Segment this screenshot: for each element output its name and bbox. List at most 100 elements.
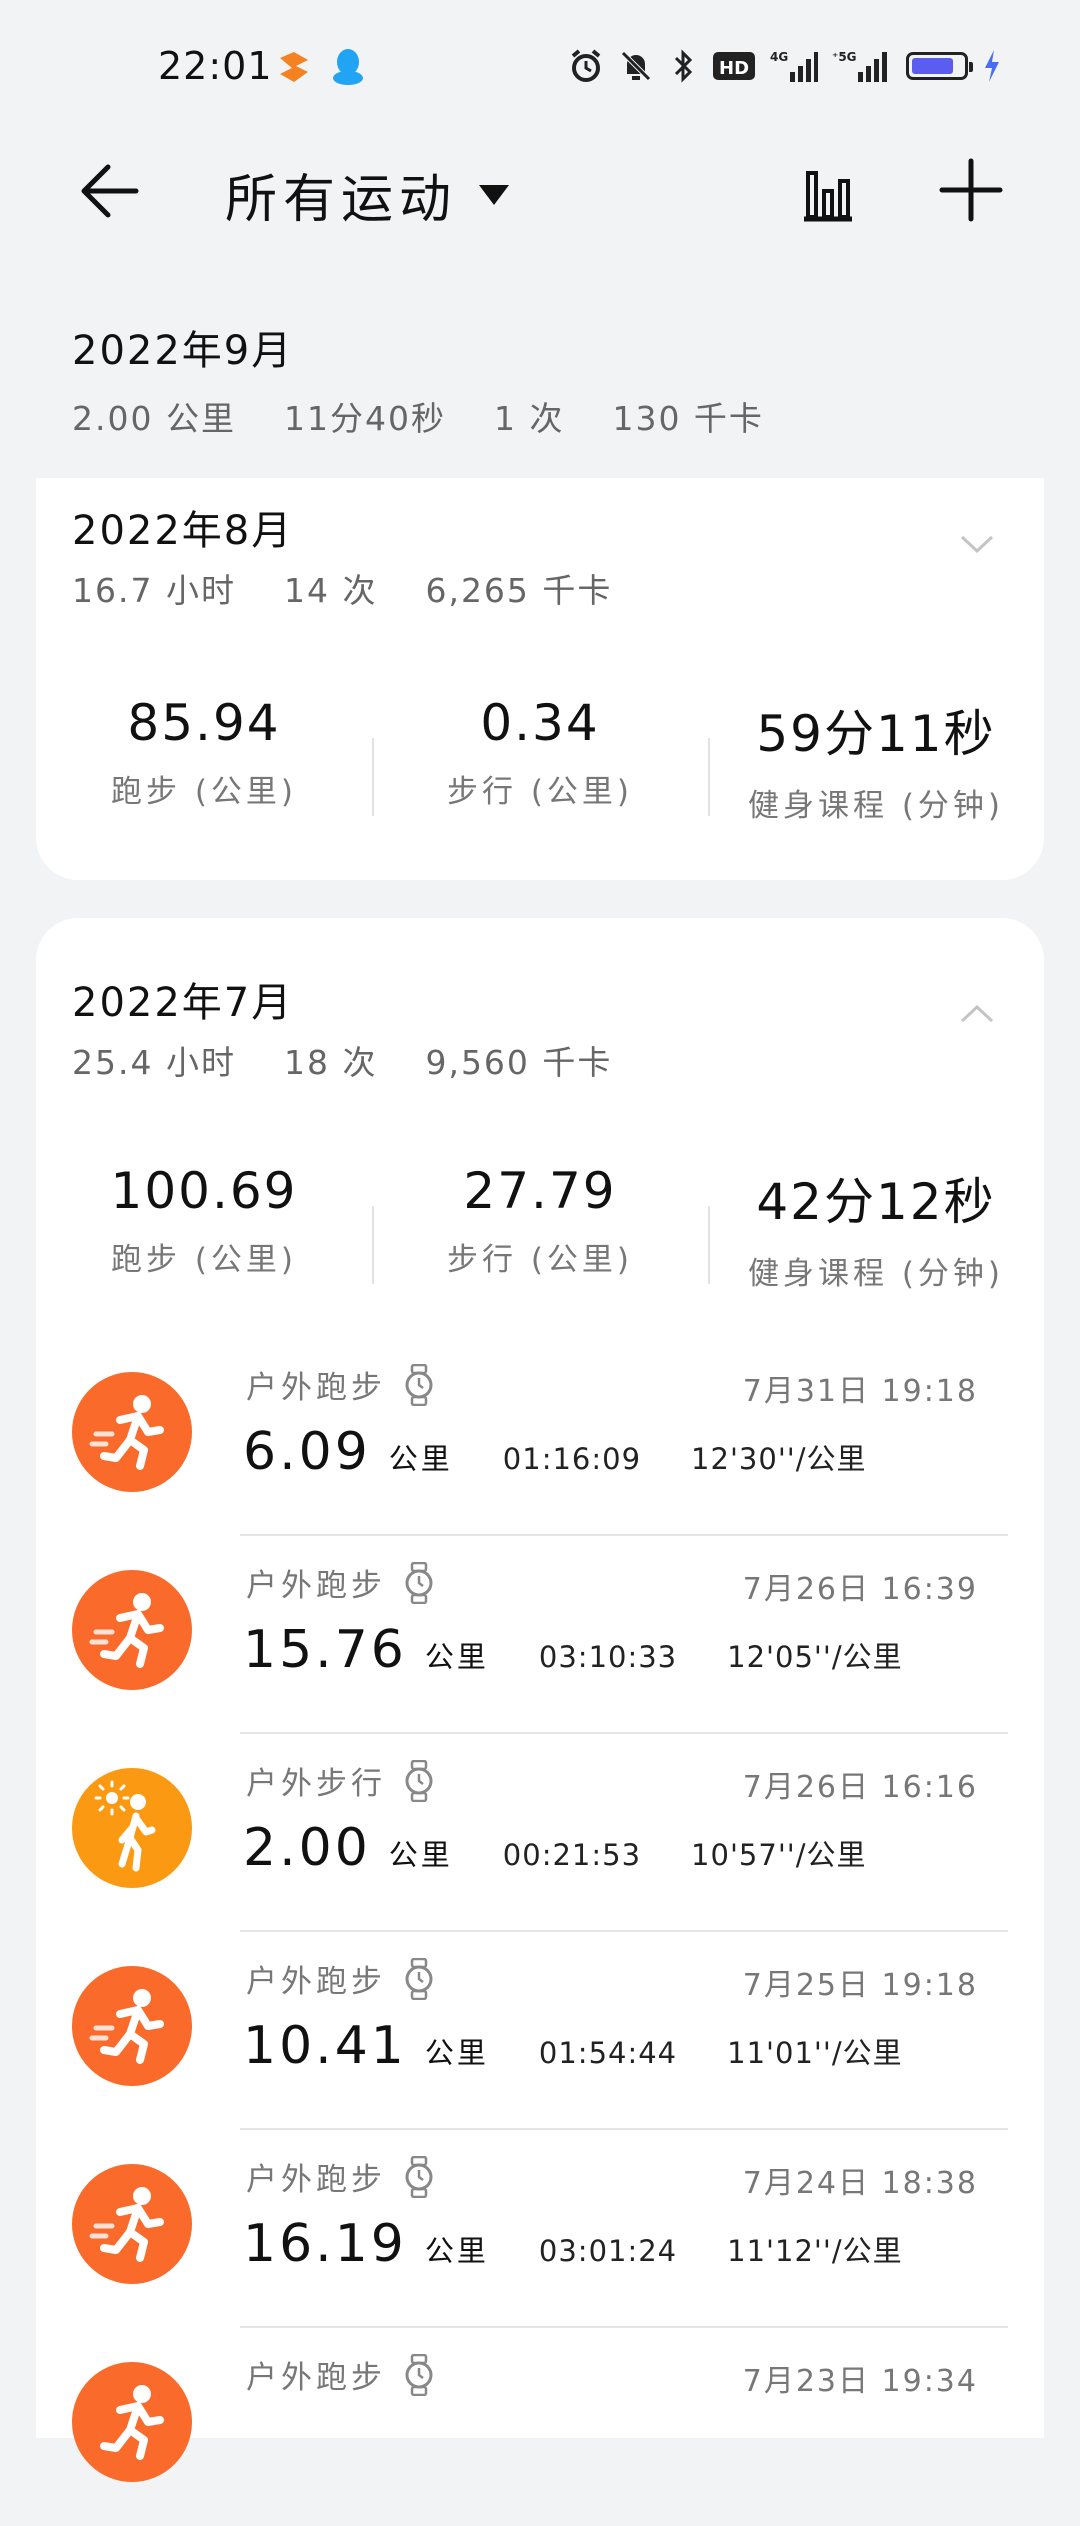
caret-down-icon (479, 184, 510, 205)
activity-type-label: 户外跑步 (246, 1568, 386, 1604)
activity-pace: 11'12''/公里 (727, 2234, 903, 2268)
stat-fitness-course: 59分11秒 健身课程 (分钟) (708, 694, 1044, 834)
stat-label: 健身课程 (分钟) (747, 1256, 1005, 1292)
month-summary-sep[interactable]: 2022年9月 2.00 公里 11分40秒 1 次 130 千卡 (72, 318, 812, 440)
plus-icon[interactable] (938, 157, 1004, 223)
month-stats: 85.94 跑步 (公里) 0.34 步行 (公里) 59分11秒 健身课程 (… (36, 694, 1044, 834)
activity-item[interactable]: 户外跑步 7月24日 18:38 16.19 公里 03:01:24 11'12… (36, 2130, 1044, 2328)
svg-text:4G: 4G (770, 50, 788, 64)
month-calories: 9,560 千卡 (425, 1043, 613, 1082)
activity-pace: 12'30''/公里 (691, 1442, 867, 1476)
stat-running: 100.69 跑步 (公里) (36, 1162, 372, 1302)
month-count: 14 次 (283, 571, 378, 610)
svg-text:HD: HD (719, 58, 749, 79)
activity-item[interactable]: 户外跑步 7月25日 19:18 10.41 公里 01:54:44 11'01… (36, 1932, 1044, 2130)
stat-value: 59分11秒 (756, 705, 996, 763)
bar-chart-icon[interactable] (800, 157, 856, 223)
month-summary-line: 16.7 小时 14 次 6,265 千卡 (72, 564, 660, 612)
activity-type: 户外跑步 (246, 2352, 434, 2397)
header: 所有运动 (0, 135, 1080, 245)
activity-item[interactable]: 户外步行 7月26日 16:16 2.00 公里 00:21:53 10'57'… (36, 1734, 1044, 1932)
chevron-up-icon[interactable] (960, 1004, 994, 1024)
activity-item[interactable]: 户外跑步 7月23日 19:34 (36, 2328, 1044, 2526)
running-icon (72, 1570, 192, 1690)
activity-distance: 16.19 (243, 2214, 407, 2274)
walking-icon (72, 1768, 192, 1888)
running-icon (72, 1966, 192, 2086)
activity-type: 户外跑步 (246, 2154, 434, 2199)
sport-filter-dropdown[interactable]: 所有运动 (225, 157, 510, 232)
stat-value: 42分12秒 (756, 1173, 996, 1231)
battery-icon (906, 52, 973, 80)
running-icon (72, 1372, 192, 1492)
hd-icon: HD (713, 52, 755, 80)
activity-type-label: 户外跑步 (246, 2360, 386, 2396)
month-calories: 130 千卡 (612, 399, 764, 438)
month-duration: 11分40秒 (283, 399, 446, 438)
activity-unit: 公里 (388, 1442, 453, 1476)
month-title: 2022年7月 (72, 980, 294, 1026)
stat-running: 85.94 跑步 (公里) (36, 694, 372, 834)
stat-label: 跑步 (公里) (110, 774, 298, 810)
arrow-left-icon[interactable] (72, 155, 142, 225)
signal-4g-icon: 4G (770, 50, 818, 82)
status-bar: 22:01 HD 4G ⁺5G (0, 0, 1080, 135)
bluetooth-icon (674, 49, 693, 83)
activity-item[interactable]: 户外跑步 7月31日 19:18 6.09 公里 01:16:09 12'30'… (36, 1338, 1044, 1536)
month-title: 2022年8月 (72, 508, 294, 554)
month-distance: 2.00 公里 (72, 399, 236, 438)
stat-value: 85.94 (127, 694, 281, 752)
sport-filter-label: 所有运动 (225, 170, 458, 230)
activity-pace: 11'01''/公里 (727, 2036, 903, 2070)
activity-unit: 公里 (424, 1640, 489, 1674)
month-card-aug[interactable]: 2022年8月 16.7 小时 14 次 6,265 千卡 85.94 跑步 (公里… (36, 478, 1044, 880)
month-duration: 16.7 小时 (72, 571, 236, 610)
chevron-down-icon[interactable] (960, 534, 994, 554)
activity-datetime: 7月25日 19:18 (742, 1968, 978, 2003)
alarm-icon (571, 49, 601, 82)
activity-datetime: 7月31日 19:18 (742, 1374, 978, 1409)
month-count: 18 次 (283, 1043, 378, 1082)
stat-walking: 27.79 步行 (公里) (372, 1162, 708, 1302)
activity-unit: 公里 (388, 1838, 453, 1872)
watch-icon (405, 1759, 433, 1802)
watch-icon (405, 2155, 433, 2198)
status-time: 22:01 (158, 44, 273, 88)
signal-5g-icon: ⁺5G (832, 50, 887, 82)
watch-icon (405, 1561, 433, 1604)
activity-datetime: 7月24日 18:38 (742, 2166, 978, 2201)
month-duration: 25.4 小时 (72, 1043, 236, 1082)
watch-icon (405, 2353, 433, 2396)
svg-text:⁺5G: ⁺5G (832, 50, 857, 64)
stat-value: 0.34 (480, 694, 600, 752)
activity-type: 户外跑步 (246, 1560, 434, 1605)
activity-duration: 03:01:24 (538, 2234, 678, 2268)
activity-type-label: 户外跑步 (246, 1964, 386, 2000)
activity-duration: 01:54:44 (538, 2036, 678, 2070)
activity-duration: 00:21:53 (502, 1838, 642, 1872)
activity-unit: 公里 (424, 2036, 489, 2070)
activity-distance: 6.09 (243, 1422, 371, 1482)
stat-fitness-course: 42分12秒 健身课程 (分钟) (708, 1162, 1044, 1302)
qq-icon (333, 49, 363, 85)
app-notification-icon (280, 52, 308, 82)
activity-distance: 10.41 (243, 2016, 407, 2076)
month-calories: 6,265 千卡 (425, 571, 613, 610)
activity-pace: 12'05''/公里 (727, 1640, 903, 1674)
month-title: 2022年9月 (72, 328, 294, 374)
stat-label: 跑步 (公里) (110, 1242, 298, 1278)
stat-walking: 0.34 步行 (公里) (372, 694, 708, 834)
stat-value: 27.79 (463, 1162, 617, 1220)
month-summary-line: 25.4 小时 18 次 9,560 千卡 (72, 1036, 660, 1084)
activity-type: 户外跑步 (246, 1362, 434, 1407)
activity-item[interactable]: 户外跑步 7月26日 16:39 15.76 公里 03:10:33 12'05… (36, 1536, 1044, 1734)
watch-icon (405, 1957, 433, 2000)
activity-type: 户外步行 (246, 1758, 434, 1803)
silent-bell-icon (621, 51, 651, 81)
activity-duration: 03:10:33 (538, 1640, 678, 1674)
activity-datetime: 7月26日 16:16 (742, 1770, 978, 1805)
stat-label: 健身课程 (分钟) (747, 788, 1005, 824)
watch-icon (405, 1363, 433, 1406)
month-count: 1 次 (493, 399, 565, 438)
activity-datetime: 7月23日 19:34 (742, 2364, 978, 2399)
